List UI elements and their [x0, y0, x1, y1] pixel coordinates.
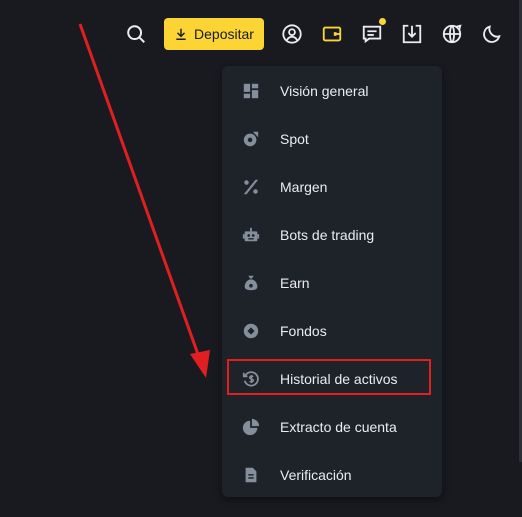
menu-item-label: Fondos [280, 323, 327, 339]
globe-icon[interactable] [439, 21, 465, 47]
coin-icon [241, 321, 261, 341]
money-bag-icon [241, 273, 261, 293]
deposit-button[interactable]: Depositar [164, 18, 264, 50]
search-icon[interactable] [123, 21, 149, 47]
menu-item-label: Spot [280, 131, 309, 147]
dollar-history-icon [241, 369, 261, 389]
user-icon[interactable] [279, 21, 305, 47]
menu-item-bots-de-trading[interactable]: Bots de trading [230, 217, 434, 253]
top-navigation-bar: Depositar [0, 0, 522, 66]
document-icon [241, 465, 261, 485]
grid-icon [241, 81, 261, 101]
app-download-icon[interactable] [399, 21, 425, 47]
wallet-icon[interactable] [319, 21, 345, 47]
menu-item-verificacion[interactable]: Verificación [230, 457, 434, 493]
spot-icon [241, 129, 261, 149]
menu-item-label: Extracto de cuenta [280, 419, 397, 435]
menu-item-label: Historial de activos [280, 371, 398, 387]
percent-icon [241, 177, 261, 197]
menu-item-fondos[interactable]: Fondos [230, 313, 434, 349]
menu-item-label: Verificación [280, 467, 352, 483]
pie-chart-icon [241, 417, 261, 437]
wallet-dropdown-menu: Visión general Spot Margen Bots de tradi… [222, 66, 442, 497]
menu-item-vision-general[interactable]: Visión general [230, 73, 434, 109]
menu-item-margen[interactable]: Margen [230, 169, 434, 205]
deposit-button-label: Depositar [194, 26, 254, 42]
robot-icon [241, 225, 261, 245]
menu-item-extracto-de-cuenta[interactable]: Extracto de cuenta [230, 409, 434, 445]
menu-item-label: Bots de trading [280, 227, 375, 243]
notification-dot [379, 18, 386, 25]
download-icon [176, 28, 186, 40]
menu-item-label: Earn [280, 275, 310, 291]
menu-item-label: Margen [280, 179, 328, 195]
menu-item-historial-de-activos[interactable]: Historial de activos [230, 361, 434, 397]
menu-item-earn[interactable]: Earn [230, 265, 434, 301]
menu-item-spot[interactable]: Spot [230, 121, 434, 157]
menu-item-label: Visión general [280, 83, 369, 99]
moon-icon[interactable] [479, 21, 505, 47]
message-icon[interactable] [359, 18, 386, 47]
